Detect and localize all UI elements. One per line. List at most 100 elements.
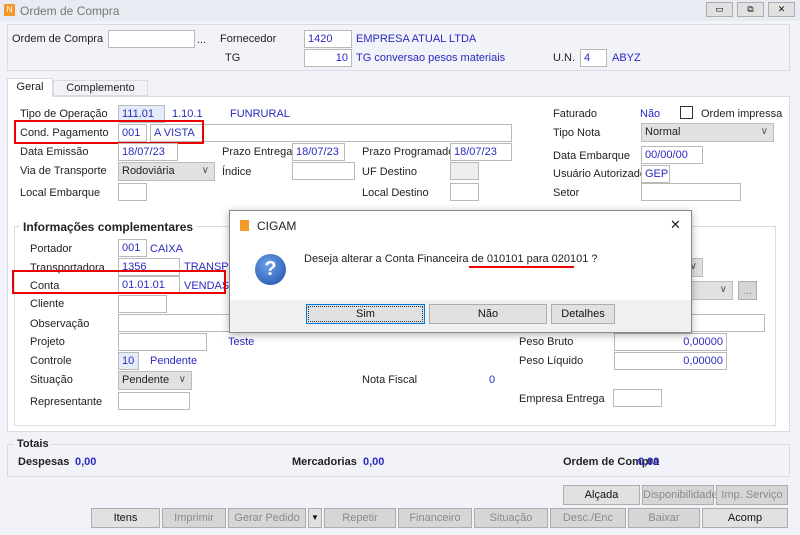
merc-value: 0,00 (363, 456, 385, 468)
merc-label: Mercadorias (292, 456, 357, 468)
via-select[interactable]: Rodoviária (118, 162, 215, 181)
fornecedor-name: EMPRESA ATUAL LTDA (356, 33, 477, 45)
cond-desc-input[interactable]: A VISTA (150, 124, 512, 142)
un-desc: ABYZ (612, 52, 641, 64)
via-label: Via de Transporte (20, 165, 107, 177)
faturado-value: Não (640, 108, 661, 120)
sim-button[interactable]: Sim (306, 304, 425, 324)
local-emb-input[interactable] (118, 183, 147, 201)
prazo-entrega-input[interactable]: 18/07/23 (292, 143, 345, 161)
question-icon: ? (255, 254, 286, 285)
nota-label: Nota Fiscal (362, 374, 418, 386)
despesas-value: 0,00 (75, 456, 97, 468)
local-emb-label: Local Embarque (20, 187, 101, 199)
setor-input[interactable] (641, 183, 741, 201)
tab-geral[interactable]: Geral (7, 78, 53, 97)
usuario-label: Usuário Autorizado (553, 168, 646, 180)
gerar-pedido-dropdown[interactable]: ▼ (308, 508, 322, 528)
despesas-label: Despesas (18, 456, 70, 468)
restore-button[interactable]: ⧉ (737, 2, 764, 17)
nao-button[interactable]: Não (429, 304, 547, 324)
situacao-button[interactable]: Situação (474, 508, 548, 528)
dialog-app-icon (240, 220, 249, 231)
disponibilidade-button[interactable]: Disponibilidade (642, 485, 718, 505)
totais-panel (7, 444, 790, 477)
ordem-label: Ordem de Compra (12, 33, 104, 45)
controle-label: Controle (30, 355, 72, 367)
highlight-cond (14, 120, 204, 144)
prazo-prog-label: Prazo Programado (362, 146, 455, 158)
repr-input[interactable] (118, 392, 190, 410)
peso-liq-input[interactable]: 0,00000 (614, 352, 727, 370)
portador-desc: CAIXA (150, 243, 184, 255)
data-emissao-label: Data Emissão (20, 146, 89, 158)
ordem-lookup-button[interactable]: ... (197, 34, 206, 46)
portador-label: Portador (30, 243, 73, 255)
confirm-dialog: CIGAM ✕ ? Deseja alterar a Conta Finance… (229, 210, 692, 333)
imp-servico-button[interactable]: Imp. Serviço (716, 485, 788, 505)
tab-complemento[interactable]: Complemento (53, 80, 148, 96)
empresa-label: Empresa Entrega (519, 393, 605, 405)
app-icon: N (4, 4, 15, 16)
gerar-pedido-button[interactable]: Gerar Pedido (228, 508, 306, 528)
faturado-label: Faturado (553, 108, 598, 120)
tg-desc: TG conversao pesos materiais (356, 52, 506, 64)
tipo-op-desc: FUNRURAL (230, 108, 290, 120)
message-underline (469, 266, 574, 268)
imprimir-button[interactable]: Imprimir (162, 508, 226, 528)
itens-button[interactable]: Itens (91, 508, 160, 528)
local-dest-input[interactable] (450, 183, 479, 201)
baixar-button[interactable]: Baixar (628, 508, 700, 528)
minimize-button[interactable]: ▭ (706, 2, 733, 17)
acomp-button[interactable]: Acomp (702, 508, 788, 528)
ordem-impressa-checkbox[interactable] (680, 106, 693, 119)
detalhes-button[interactable]: Detalhes (551, 304, 615, 324)
prazo-prog-input[interactable]: 18/07/23 (450, 143, 512, 161)
empresa-input[interactable] (613, 389, 662, 407)
obs-label: Observação (30, 318, 90, 330)
tipo-nota-label: Tipo Nota (553, 127, 601, 139)
uf-input[interactable] (450, 162, 479, 180)
tipo-op-num: 1.10.1 (172, 108, 203, 120)
projeto-input[interactable] (118, 333, 207, 351)
fornecedor-label: Fornecedor (220, 33, 277, 45)
window-title: Ordem de Compra (20, 4, 120, 18)
totais-title: Totais (14, 438, 52, 450)
data-emb-input[interactable]: 00/00/00 (641, 146, 703, 164)
repetir-button[interactable]: Repetir (324, 508, 396, 528)
indice-input[interactable] (292, 162, 355, 180)
situacao-label: Situação (30, 374, 73, 386)
cliente-label: Cliente (30, 298, 65, 310)
prazo-entrega-label: Prazo Entrega (222, 146, 293, 158)
indice-label: Índice (222, 166, 252, 178)
peso-liq-label: Peso Líquido (519, 355, 584, 367)
tg-input[interactable]: 10 (304, 49, 352, 67)
alcada-button[interactable]: Alçada (563, 485, 640, 505)
cliente-input[interactable] (118, 295, 167, 313)
data-emissao-input[interactable]: 18/07/23 (118, 143, 178, 161)
lookup-button[interactable]: ... (738, 281, 757, 300)
un-input[interactable]: 4 (580, 49, 607, 67)
controle-input[interactable]: 10 (118, 352, 139, 370)
close-button[interactable]: ✕ (768, 2, 795, 17)
nota-value: 0 (489, 374, 496, 386)
ordem-input[interactable] (108, 30, 195, 48)
financeiro-button[interactable]: Financeiro (398, 508, 472, 528)
setor-label: Setor (553, 187, 580, 199)
dialog-close-button[interactable]: ✕ (670, 217, 681, 233)
projeto-desc: Teste (228, 336, 255, 348)
peso-bruto-label: Peso Bruto (519, 336, 574, 348)
fornecedor-input[interactable]: 1420 (304, 30, 352, 48)
info-title: Informações complementares (20, 220, 197, 234)
controle-desc: Pendente (150, 355, 198, 367)
desc-enc-button[interactable]: Desc./Enc (550, 508, 626, 528)
repr-label: Representante (30, 396, 103, 408)
portador-input[interactable]: 001 (118, 239, 147, 257)
peso-bruto-input[interactable]: 0,00000 (614, 333, 727, 351)
usuario-input[interactable]: GEP (641, 165, 670, 183)
tipo-op-label: Tipo de Operação (20, 108, 108, 120)
projeto-label: Projeto (30, 336, 65, 348)
local-dest-label: Local Destino (362, 187, 429, 199)
tipo-nota-select[interactable]: Normal (641, 123, 774, 142)
situacao-select[interactable]: Pendente (118, 371, 192, 390)
